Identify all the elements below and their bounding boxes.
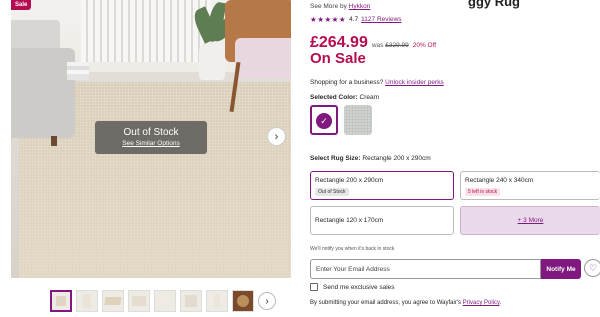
thumbnail-next-arrow-icon[interactable]: › bbox=[258, 292, 276, 310]
gallery-next-arrow-icon[interactable]: › bbox=[267, 127, 286, 146]
photo-plant-pot bbox=[199, 42, 225, 80]
privacy-text: By submitting your email address, you ag… bbox=[310, 300, 461, 306]
thumbnail-2[interactable] bbox=[76, 290, 98, 312]
business-promo: Shopping for a business? Unlock insider … bbox=[310, 79, 444, 86]
product-image-gallery: Sale Out of Stock See Similar Options › bbox=[11, 0, 291, 278]
thumbnail-7[interactable] bbox=[206, 290, 228, 312]
rug-size-value: Rectangle 200 x 290cm bbox=[362, 155, 431, 162]
thumbnail-5[interactable] bbox=[154, 290, 176, 312]
color-swatch-alt[interactable] bbox=[344, 105, 372, 135]
exclusive-sales-option[interactable]: Send me exclusive sales bbox=[310, 283, 395, 291]
insider-perks-link[interactable]: Unlock insider perks bbox=[385, 79, 444, 86]
was-label: was bbox=[371, 42, 384, 49]
privacy-policy-link[interactable]: Privacy Policy bbox=[463, 300, 500, 306]
see-more-prefix: See More by bbox=[310, 3, 347, 10]
on-sale-label: On Sale bbox=[310, 50, 366, 67]
brand-link[interactable]: Hykkon bbox=[349, 3, 371, 10]
thumbnail-6[interactable] bbox=[180, 290, 202, 312]
size-option-label: Rectangle 240 x 340cm bbox=[465, 177, 534, 184]
rating-value: 4.7 bbox=[349, 16, 359, 23]
photo-chair-seat bbox=[235, 38, 291, 78]
size-option-240x340[interactable]: Rectangle 240 x 340cm 5 left in stock bbox=[460, 171, 600, 200]
size-stock-badge: Out of Stock bbox=[315, 188, 349, 196]
business-text: Shopping for a business? bbox=[310, 79, 384, 86]
thumbnail-strip: › bbox=[50, 290, 276, 314]
rating-row: ★★★★★ 4.7 1127 Reviews bbox=[310, 15, 402, 24]
privacy-notice: By submitting your email address, you ag… bbox=[310, 300, 501, 306]
heart-icon[interactable]: ♡ bbox=[584, 259, 600, 277]
out-of-stock-overlay: Out of Stock See Similar Options bbox=[95, 121, 207, 154]
exclusive-sales-label: Send me exclusive sales bbox=[323, 283, 395, 291]
was-price-block: was £329.99 bbox=[372, 42, 409, 49]
email-field[interactable] bbox=[310, 259, 541, 279]
reviews-link[interactable]: 1127 Reviews bbox=[361, 16, 401, 23]
product-title: ggy Rug bbox=[468, 0, 520, 9]
photo-sofa-base bbox=[11, 48, 75, 138]
more-sizes-button[interactable]: + 3 More bbox=[460, 206, 600, 235]
color-value: Cream bbox=[359, 94, 380, 101]
color-label-heading: Selected Color: bbox=[310, 94, 358, 101]
rug-size-label: Select Rug Size: Rectangle 200 x 290cm bbox=[310, 155, 431, 162]
selected-color-label: Selected Color: Cream bbox=[310, 94, 379, 101]
size-option-label: Rectangle 120 x 170cm bbox=[315, 217, 384, 224]
size-stock-badge: 5 left in stock bbox=[465, 188, 501, 196]
star-rating-icon: ★★★★★ bbox=[310, 15, 347, 24]
see-similar-options-link[interactable]: See Similar Options bbox=[95, 140, 207, 147]
out-of-stock-title: Out of Stock bbox=[123, 127, 179, 138]
check-icon: ✓ bbox=[316, 113, 332, 129]
sale-badge: Sale bbox=[11, 0, 32, 10]
photo-books bbox=[67, 62, 89, 80]
product-details: ggy Rug See More by Hykkon ★★★★★ 4.7 112… bbox=[310, 0, 600, 317]
thumbnail-3[interactable] bbox=[102, 290, 124, 312]
size-option-120x170[interactable]: Rectangle 120 x 170cm bbox=[310, 206, 454, 235]
color-swatch-cream[interactable]: ✓ bbox=[310, 105, 338, 135]
see-more-by: See More by Hykkon bbox=[310, 3, 370, 10]
photo-radiator bbox=[81, 0, 211, 62]
thumbnail-1[interactable] bbox=[50, 290, 72, 312]
photo-sofa-leg bbox=[51, 136, 57, 146]
notify-me-button[interactable]: Notify Me bbox=[541, 259, 581, 279]
exclusive-sales-checkbox[interactable] bbox=[310, 283, 318, 291]
discount-percent: 20% Off bbox=[412, 42, 437, 49]
size-option-label: Rectangle 200 x 290cm bbox=[315, 177, 384, 184]
privacy-period: . bbox=[499, 300, 502, 306]
notify-hint: We'll notify you when it's back in stock bbox=[310, 246, 395, 252]
was-price: £329.99 bbox=[385, 42, 409, 49]
thumbnail-4[interactable] bbox=[128, 290, 150, 312]
size-option-200x290[interactable]: Rectangle 200 x 290cm Out of Stock bbox=[310, 171, 454, 200]
rug-size-heading: Select Rug Size: bbox=[310, 155, 361, 162]
thumbnail-8[interactable] bbox=[232, 290, 254, 312]
